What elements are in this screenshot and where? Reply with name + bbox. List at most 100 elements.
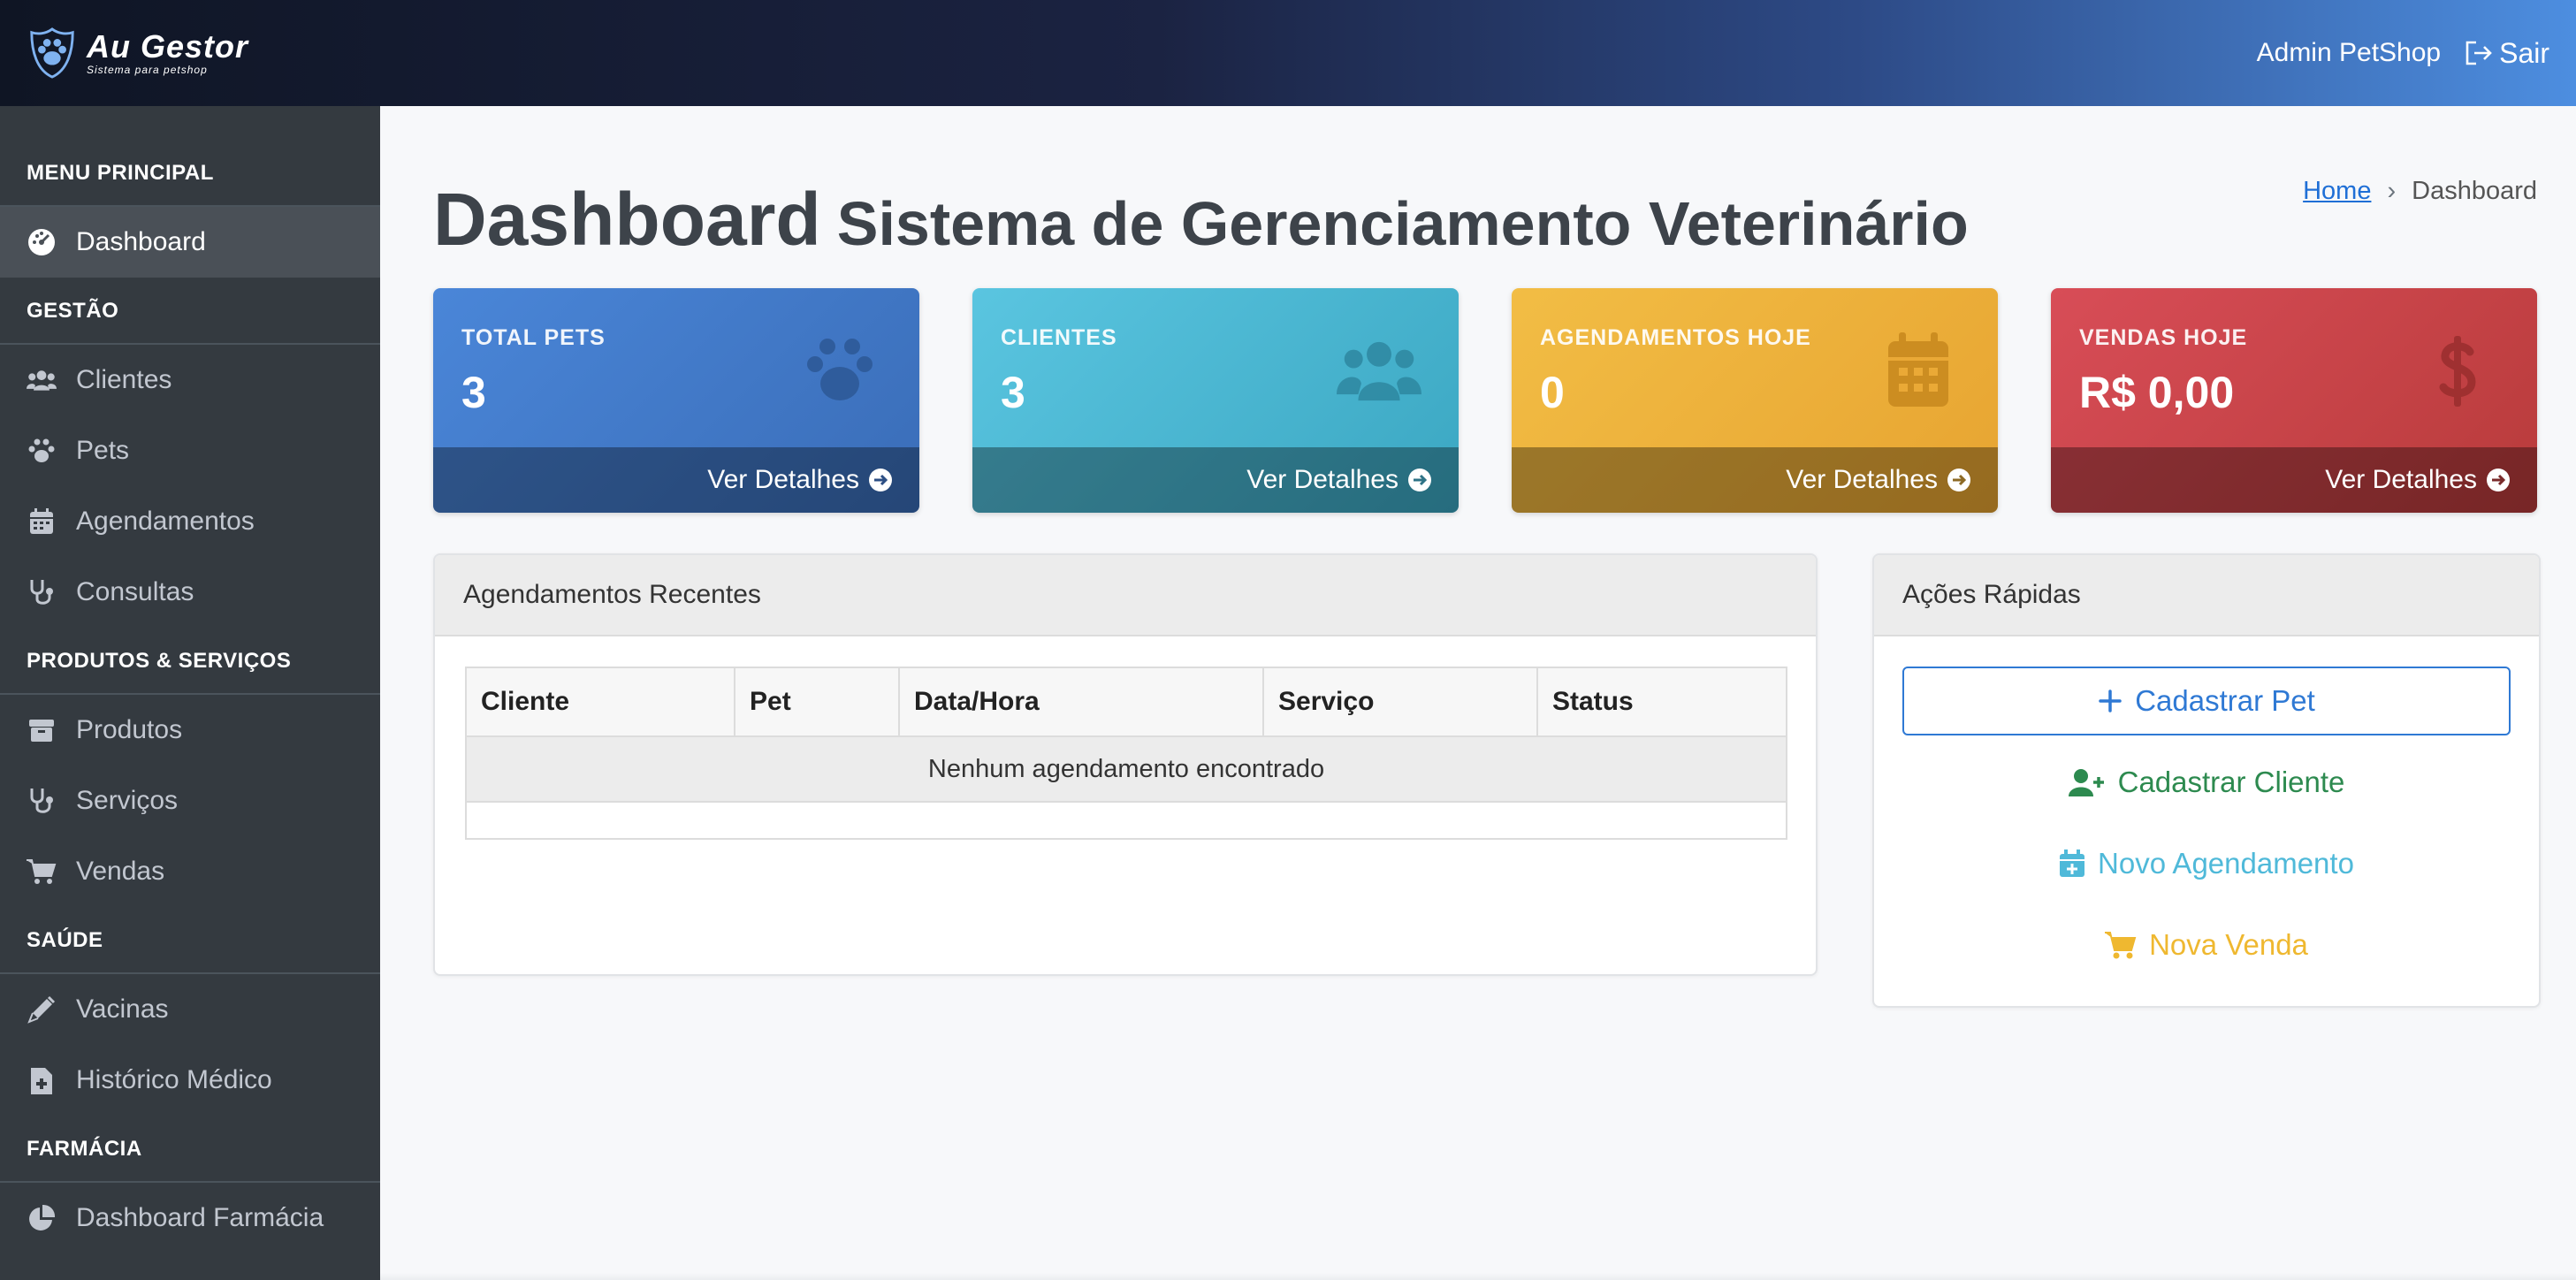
sidebar-item-label: Histórico Médico [76,1065,272,1094]
sidebar-item-label: Consultas [76,577,194,606]
details-link[interactable]: Ver Detalhes [2051,447,2537,513]
details-link[interactable]: Ver Detalhes [1512,447,1998,513]
new-sale-label: Nova Venda [2149,928,2308,961]
arrow-circle-right-icon [1947,469,1970,491]
table-row [466,802,1787,839]
details-link-label: Ver Detalhes [707,465,859,494]
sidebar-header: MENU PRINCIPAL [0,106,380,207]
sidebar-header: GESTÃO [0,278,380,345]
sidebar-item-label: Vacinas [76,994,169,1024]
details-link[interactable]: Ver Detalhes [972,447,1459,513]
sidebar-item-label: Vendas [76,857,165,886]
appointments-table: Cliente Pet Data/Hora Serviço Status Nen… [465,667,1787,840]
column-header-data-hora[interactable]: Data/Hora [898,667,1264,737]
empty-message: Nenhum agendamento encontrado [465,735,1787,803]
sidebar-header: FARMÁCIA [0,1116,380,1183]
sidebar-header: SAÚDE [0,907,380,974]
arrow-circle-right-icon [869,469,892,491]
sidebar-item-label: Serviços [76,786,179,815]
main-content: Dashboard Sistema de Gerenciamento Veteri… [380,106,2576,1280]
calendar-icon [1888,332,1948,407]
user-name[interactable]: Admin PetShop [2257,38,2441,68]
sidebar-item-pets[interactable]: Pets [0,415,380,486]
sidebar: MENU PRINCIPAL Dashboard GESTÃO Clientes… [0,106,380,1280]
medical-file-icon [27,1065,57,1095]
logout-icon [2465,41,2492,65]
sidebar-item-vacinas[interactable]: Vacinas [0,974,380,1045]
dollar-icon [2439,336,2476,407]
quick-actions-panel: Ações Rápidas Cadastrar Pet Cadastrar Cl… [1872,553,2541,1008]
sidebar-item-historico[interactable]: Histórico Médico [0,1045,380,1116]
breadcrumb-home-link[interactable]: Home [2303,177,2371,206]
user-plus-icon [2068,769,2104,796]
users-icon [27,365,57,395]
paw-icon [27,436,57,466]
page-title: Dashboard Sistema de Gerenciamento Veteri… [433,177,1969,263]
table-row: Nenhum agendamento encontrado [465,735,1787,803]
sidebar-item-label: Pets [76,436,130,465]
sidebar-item-label: Agendamentos [76,507,255,536]
stat-card-vendas-hoje: VENDAS HOJE R$ 0,00 Ver Detalhes [2051,288,2537,513]
sidebar-item-label: Dashboard Farmácia [76,1203,324,1232]
brand-name: Au Gestor [87,28,249,65]
details-link-label: Ver Detalhes [1246,465,1399,494]
brand-tagline: Sistema para petshop [87,64,208,76]
breadcrumb-separator: › [2387,177,2397,205]
column-header-status[interactable]: Status [1536,667,1787,737]
sidebar-item-label: Dashboard [76,227,206,256]
sidebar-item-clientes[interactable]: Clientes [0,345,380,415]
users-icon [1337,341,1421,401]
recent-appointments-panel: Agendamentos Recentes Cliente Pet Data/H… [433,553,1818,976]
sidebar-item-dashboard[interactable]: Dashboard [0,207,380,278]
syringe-icon [27,994,57,1025]
add-client-button[interactable]: Cadastrar Cliente [1902,748,2511,817]
add-pet-label: Cadastrar Pet [2135,684,2315,717]
logout-button[interactable]: Sair [2464,37,2549,70]
topbar: Au Gestor Sistema para petshop Admin Pet… [0,0,2576,106]
add-pet-button[interactable]: Cadastrar Pet [1902,667,2511,735]
brand[interactable]: Au Gestor Sistema para petshop [27,26,248,80]
arrow-circle-right-icon [2487,469,2510,491]
details-link[interactable]: Ver Detalhes [433,447,919,513]
calendar-plus-icon [2060,850,2085,877]
sidebar-item-servicos[interactable]: Serviços [0,766,380,836]
page-subtitle: Sistema de Gerenciamento Veterinário [836,189,1969,258]
sidebar-item-consultas[interactable]: Consultas [0,557,380,628]
sidebar-item-vendas[interactable]: Vendas [0,836,380,907]
box-icon [27,715,57,745]
sidebar-item-label: Produtos [76,715,183,744]
stat-card-clientes: CLIENTES 3 Ver Detalhes [972,288,1459,513]
sidebar-header: PRODUTOS & SERVIÇOS [0,628,380,695]
dashboard-icon [27,227,57,257]
table-header-row: Cliente Pet Data/Hora Serviço Status [465,667,1787,737]
stat-cards: TOTAL PETS 3 Ver Detalhes CLIENTES 3 Ver… [433,288,2537,513]
new-appointment-label: Novo Agendamento [2098,847,2354,880]
sidebar-item-produtos[interactable]: Produtos [0,695,380,766]
add-client-label: Cadastrar Cliente [2117,766,2345,798]
sidebar-item-dashboard-farmacia[interactable]: Dashboard Farmácia [0,1183,380,1253]
column-header-pet[interactable]: Pet [734,667,900,737]
plus-icon [2099,690,2122,712]
sidebar-item-agendamentos[interactable]: Agendamentos [0,486,380,557]
calendar-icon [27,507,57,537]
details-link-label: Ver Detalhes [1786,465,1938,494]
logout-label: Sair [2499,36,2549,69]
column-header-servico[interactable]: Serviço [1262,667,1538,737]
column-header-cliente[interactable]: Cliente [465,667,735,737]
sidebar-item-label: Clientes [76,365,172,394]
pie-chart-icon [27,1203,57,1233]
page-bottom-edge [380,1273,2576,1280]
paw-logo-icon [30,27,74,79]
paw-icon [807,339,873,400]
panel-title: Agendamentos Recentes [435,555,1816,636]
breadcrumb: Home › Dashboard [2303,177,2537,206]
breadcrumb-current: Dashboard [2412,177,2537,205]
stethoscope-icon [27,786,57,816]
page-title-main: Dashboard [433,178,821,261]
stethoscope-icon [27,577,57,607]
cart-icon [2105,932,2137,959]
details-link-label: Ver Detalhes [2325,465,2477,494]
new-appointment-button[interactable]: Novo Agendamento [1902,829,2511,898]
new-sale-button[interactable]: Nova Venda [1902,910,2511,979]
table-spacer [466,802,1787,839]
